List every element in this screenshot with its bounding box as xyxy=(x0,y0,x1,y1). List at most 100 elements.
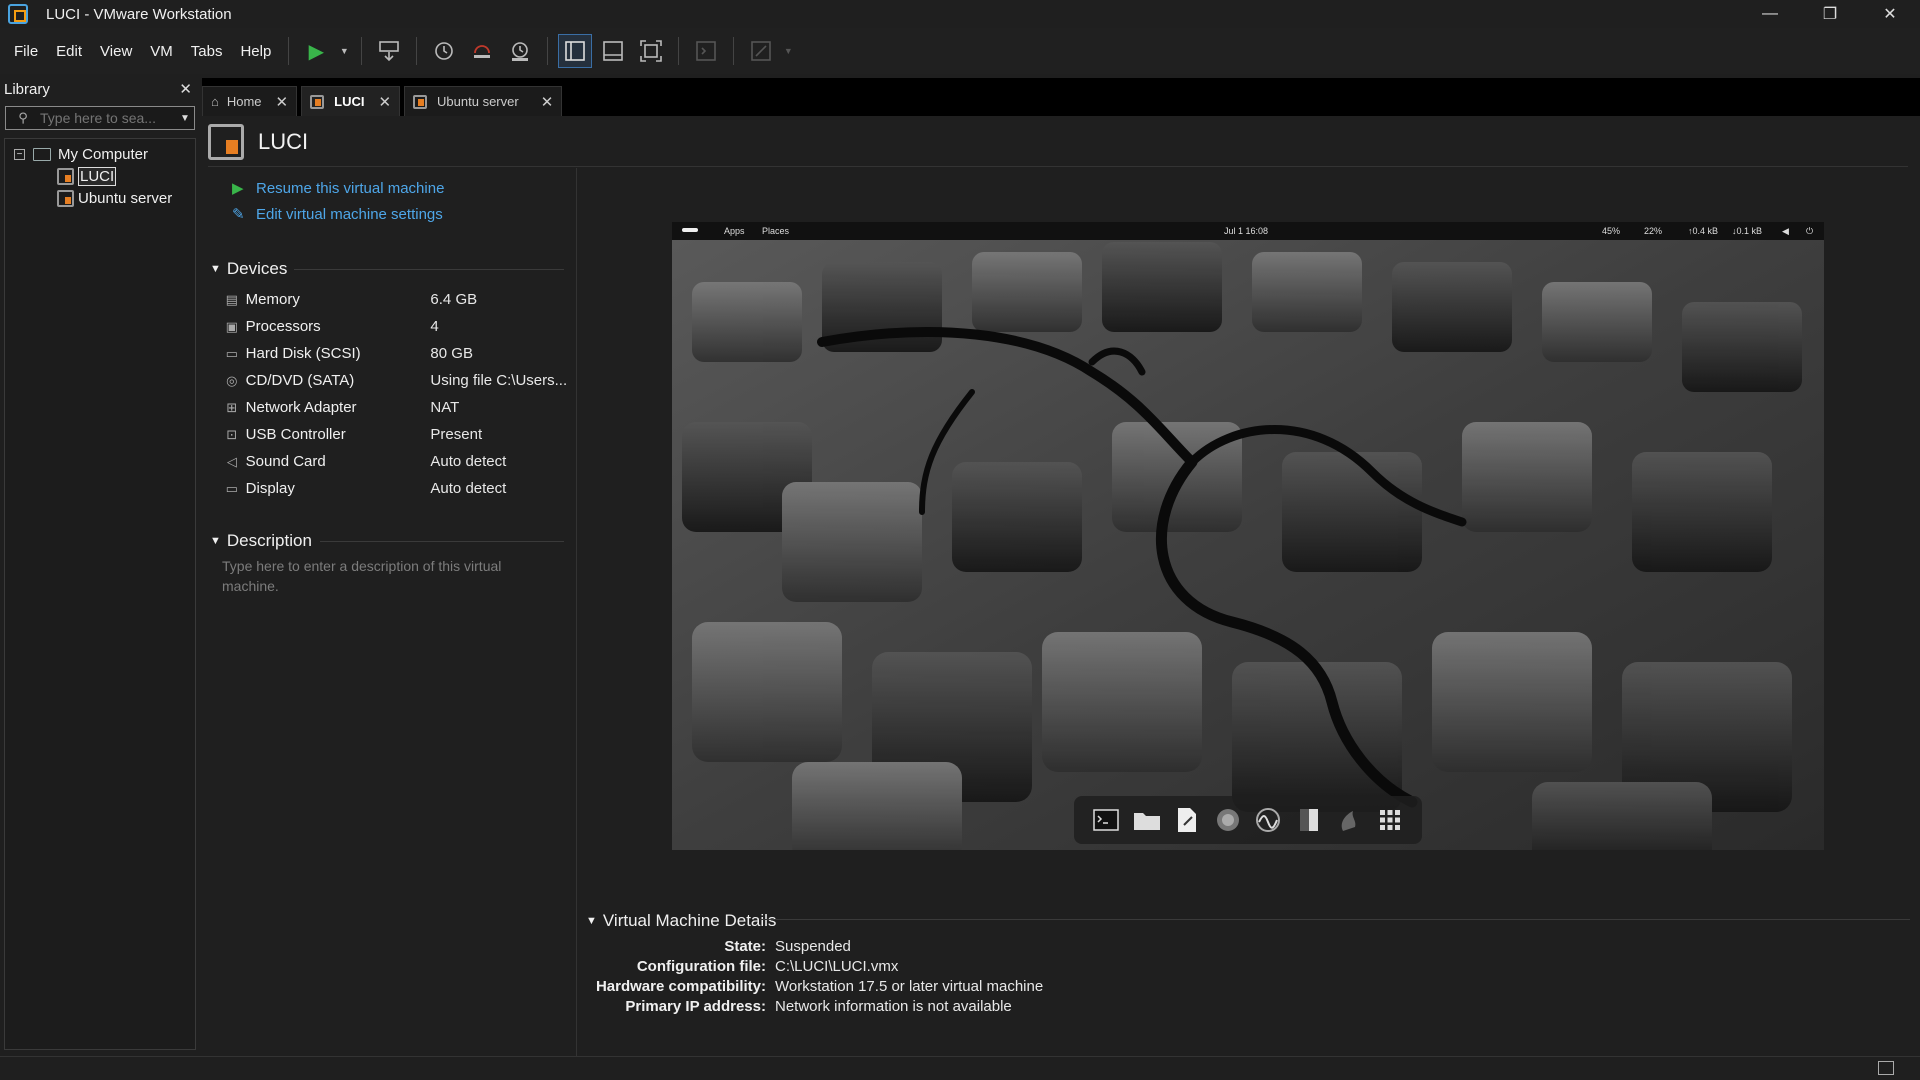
network-adapter-icon: ⊞ xyxy=(226,399,238,415)
device-row-display[interactable]: ▭ Display Auto detect xyxy=(222,475,568,502)
device-name: Hard Disk (SCSI) xyxy=(245,345,361,362)
send-ctrl-alt-del-icon[interactable] xyxy=(372,34,406,68)
toolbar-separator xyxy=(547,37,549,65)
vm-icon xyxy=(310,94,325,109)
message-log-icon[interactable] xyxy=(1878,1061,1894,1075)
library-title: Library xyxy=(4,80,50,98)
tab-home[interactable]: ⌂ Home ✕ xyxy=(202,86,298,116)
tree-item-my-computer[interactable]: − My Computer xyxy=(5,143,195,165)
full-screen-icon[interactable] xyxy=(634,34,668,68)
activities-indicator xyxy=(682,228,698,232)
device-row-cd-dvd[interactable]: ◎ CD/DVD (SATA) Using file C:\Users... xyxy=(222,367,568,394)
detail-value: C:\LUCI\LUCI.vmx xyxy=(775,957,899,975)
window-title: LUCI - VMware Workstation xyxy=(46,5,232,23)
revert-snapshot-icon[interactable] xyxy=(465,34,499,68)
power-manager-icon xyxy=(1295,806,1323,834)
stretch-guest-icon[interactable] xyxy=(744,34,778,68)
close-tab-icon[interactable]: ✕ xyxy=(541,93,554,111)
device-name: Memory xyxy=(245,291,300,308)
terminal-icon xyxy=(1092,806,1120,834)
device-row-network-adapter[interactable]: ⊞ Network Adapter NAT xyxy=(222,394,568,421)
home-icon: ⌂ xyxy=(211,94,219,109)
library-header: Library ✕ xyxy=(0,76,198,102)
menu-help[interactable]: Help xyxy=(231,43,280,60)
memory-icon: ▤ xyxy=(225,291,238,307)
detail-label: Configuration file: xyxy=(636,957,766,975)
search-dropdown-icon[interactable]: ▼ xyxy=(176,113,194,124)
detail-label: Primary IP address: xyxy=(625,997,766,1015)
tree-item-luci[interactable]: LUCI xyxy=(5,165,195,187)
device-row-usb-controller[interactable]: ⊡ USB Controller Present xyxy=(222,421,568,448)
restore-button[interactable]: ❐ xyxy=(1800,0,1860,28)
tab-luci[interactable]: LUCI ✕ xyxy=(301,86,401,116)
menu-tabs[interactable]: Tabs xyxy=(182,43,232,60)
menu-vm[interactable]: VM xyxy=(141,43,182,60)
library-search-input[interactable] xyxy=(34,110,176,126)
tab-label: Ubuntu server xyxy=(437,94,519,109)
device-row-memory[interactable]: ▤ Memory 6.4 GB xyxy=(222,286,568,313)
title-bar: LUCI - VMware Workstation — ❐ ✕ xyxy=(0,0,1920,28)
text-editor-icon xyxy=(1173,806,1201,834)
devices-section-toggle[interactable]: ▼ Devices xyxy=(210,258,287,280)
device-row-processors[interactable]: ▣ Processors 4 xyxy=(222,313,568,340)
detail-row-ip-address: Primary IP address: Network information … xyxy=(590,996,1043,1016)
sound-card-icon: ◁ xyxy=(226,453,237,469)
edit-vm-settings-label: Edit virtual machine settings xyxy=(256,205,443,223)
snapshot-manager-icon[interactable] xyxy=(503,34,537,68)
toolbar-separator xyxy=(678,37,680,65)
description-section-toggle[interactable]: ▼ Description xyxy=(210,530,312,552)
snapshot-icon[interactable] xyxy=(427,34,461,68)
close-tab-icon[interactable]: ✕ xyxy=(378,93,391,111)
vm-screenshot-preview[interactable]: Apps Places Jul 1 16:08 45% 22% ↑0.4 kB … xyxy=(672,222,1824,850)
vm-details-table: State: Suspended Configuration file: C:\… xyxy=(590,936,1043,1016)
tab-ubuntu-server[interactable]: Ubuntu server ✕ xyxy=(404,86,563,116)
library-close-icon[interactable]: ✕ xyxy=(179,80,192,98)
library-search[interactable]: ⚲ ▼ xyxy=(5,106,195,130)
detail-label: State: xyxy=(724,937,766,955)
stretch-dropdown-icon[interactable]: ▼ xyxy=(782,34,794,68)
show-library-icon[interactable] xyxy=(558,34,593,68)
guest-clock: Jul 1 16:08 xyxy=(1224,226,1269,236)
device-name: Processors xyxy=(245,318,321,335)
collapse-triangle-icon: ▼ xyxy=(586,915,597,927)
library-tree: − My Computer LUCI Ubuntu server xyxy=(4,138,196,1050)
vm-icon xyxy=(208,124,244,160)
tree-item-label: Ubuntu server xyxy=(78,189,173,207)
detail-label: Hardware compatibility: xyxy=(595,977,766,995)
menu-edit[interactable]: Edit xyxy=(47,43,91,60)
collapse-icon[interactable]: − xyxy=(14,148,25,160)
close-button[interactable]: ✕ xyxy=(1860,0,1920,28)
power-on-icon[interactable]: ▶ xyxy=(299,34,333,68)
guest-net-down: ↓0.1 kB xyxy=(1732,226,1763,236)
console-view-icon[interactable] xyxy=(689,34,723,68)
devices-section-title: Devices xyxy=(226,259,288,278)
close-tab-icon[interactable]: ✕ xyxy=(276,93,289,111)
device-value: Using file C:\Users... xyxy=(430,372,568,389)
power-dropdown-icon[interactable]: ▼ xyxy=(337,34,351,68)
vm-heading: LUCI xyxy=(208,122,308,162)
app-grid-icon xyxy=(1376,806,1404,834)
device-value: 80 GB xyxy=(430,345,473,362)
tree-item-ubuntu-server[interactable]: Ubuntu server xyxy=(5,187,195,209)
description-section-title: Description xyxy=(226,531,312,550)
status-bar xyxy=(0,1056,1920,1080)
toolbar-separator xyxy=(733,37,735,65)
resume-vm-label: Resume this virtual machine xyxy=(256,179,445,197)
device-row-sound-card[interactable]: ◁ Sound Card Auto detect xyxy=(222,448,568,475)
vm-details-section-toggle[interactable]: ▼ Virtual Machine Details xyxy=(586,910,776,932)
description-field[interactable]: Type here to enter a description of this… xyxy=(222,556,552,596)
detail-value: Workstation 17.5 or later virtual machin… xyxy=(775,977,1044,995)
power-icon: ⏻ xyxy=(1806,226,1814,236)
minimize-button[interactable]: — xyxy=(1740,0,1800,28)
guest-net-up: ↑0.4 kB xyxy=(1688,226,1719,236)
menu-file[interactable]: File xyxy=(5,43,47,60)
guest-battery: 45% xyxy=(1602,226,1621,236)
resume-vm-link[interactable]: ▶ Resume this virtual machine xyxy=(232,178,444,198)
vmware-app-icon[interactable] xyxy=(8,4,28,24)
device-row-hard-disk[interactable]: ▭ Hard Disk (SCSI) 80 GB xyxy=(222,340,568,367)
menu-view[interactable]: View xyxy=(91,43,141,60)
show-thumbnail-bar-icon[interactable] xyxy=(596,34,630,68)
edit-vm-settings-link[interactable]: ✎ Edit virtual machine settings xyxy=(232,204,443,224)
computer-icon xyxy=(33,147,51,161)
device-name: Network Adapter xyxy=(245,399,357,416)
